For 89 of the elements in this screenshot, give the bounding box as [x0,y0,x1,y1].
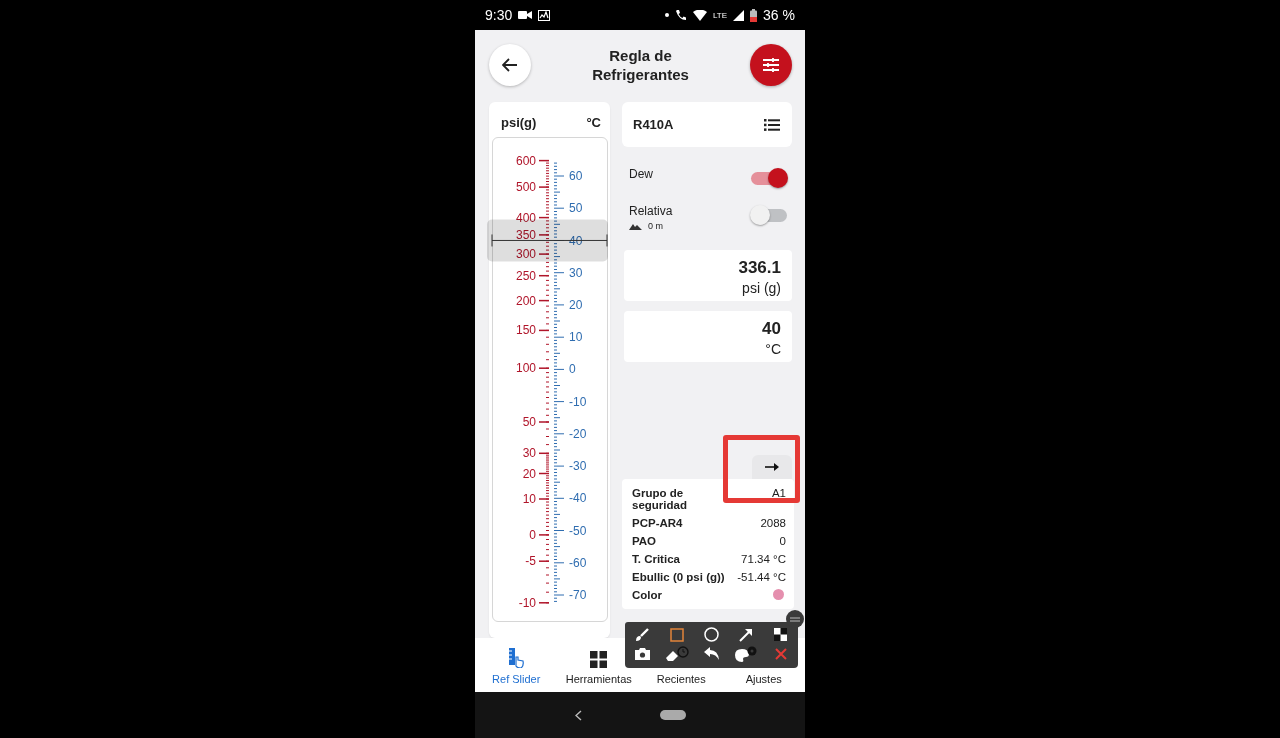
expand-button[interactable] [752,455,792,479]
screen-title: Regla de Refrigerantes [591,46,690,84]
pressure-label: 400 [515,210,536,225]
circle-icon[interactable] [704,627,719,643]
reading-value: 336.1 [738,258,781,278]
pressure-label: 300 [515,247,536,262]
checker-icon[interactable] [774,628,788,642]
phone-icon [675,9,687,21]
toggle-label: Dew [629,167,653,181]
eraser-icon[interactable] [664,645,689,662]
nav-tab[interactable]: Ref Slider [475,638,558,692]
property-value: 0 [779,535,786,547]
pressure-unit: psi(g) [501,115,537,132]
pressure-label: 200 [515,293,536,308]
battery-level: 36 % [763,7,795,23]
toggle-switch[interactable] [750,167,788,189]
nav-tab[interactable]: Ajustes [722,638,805,692]
property-label: T. Critica [632,553,680,565]
signal-icon [733,9,745,21]
close-icon[interactable] [774,647,787,660]
property-label: Color [632,589,663,601]
property-value: 2088 [760,517,786,529]
property-value: -51.44 °C [737,571,786,583]
grid-icon [590,651,608,668]
pressure-label: 30 [522,446,536,461]
altitude-value: 0 m [648,221,663,231]
pressure-label: 500 [515,180,536,195]
pressure-label: 600 [515,153,536,168]
reading-unit: psi (g) [742,280,781,296]
temperature-label: -70 [569,588,587,602]
temperature-label: 30 [569,265,583,280]
brush-icon[interactable] [635,627,650,642]
temperature-label: -30 [569,459,587,474]
temperature-label: -60 [569,555,587,570]
sliders-icon [762,57,780,73]
pressure-label: 20 [522,466,536,481]
status-time: 9:30 [485,7,513,23]
mountain-icon [629,222,642,230]
temperature-label: -40 [569,491,587,506]
activity-icon [538,9,551,21]
back-button[interactable] [489,44,531,86]
right-arrow-icon [765,463,779,471]
network-type: LTE [713,10,728,20]
toggle-switch[interactable] [750,204,788,226]
wifi-icon [693,9,707,21]
pressure-label: -5 [525,554,536,569]
pressure-label: 250 [515,268,536,283]
nav-tab[interactable]: Herramientas [557,638,640,692]
back-icon[interactable] [574,709,582,721]
undo-icon[interactable] [704,647,719,661]
ruler-hand-icon [508,648,525,668]
temperature-label: -20 [569,426,587,441]
property-value: 71.34 °C [741,553,786,565]
temperature-label: 10 [569,330,583,345]
dot-icon [665,13,669,17]
temperature-label: 0 [569,362,576,377]
property-label: Ebullic (0 psi (g)) [632,571,725,583]
temperature-label: 60 [569,169,583,183]
arrow-icon[interactable] [739,627,754,642]
property-label: Grupo de seguridad [632,487,688,511]
temperature-label: -10 [569,394,587,409]
battery-icon [750,8,758,22]
pressure-label: 350 [515,227,536,242]
video-camera-icon [518,10,533,20]
home-pill-icon[interactable] [659,710,686,720]
property-label: PCP-AR4 [632,517,683,529]
temperature-unit: °C [586,115,601,132]
pressure-label: 0 [529,527,536,542]
nav-tab[interactable]: Recientes [640,638,723,692]
list-icon[interactable] [764,118,780,131]
reading-value: 40 [762,319,781,339]
refrigerant-name: R410A [633,117,674,132]
pressure-label: 150 [515,323,536,338]
temperature-label: -50 [569,523,587,538]
pressure-label: 10 [522,492,536,506]
filter-button[interactable] [750,44,792,86]
toggle-label: Relativa [629,204,673,218]
temperature-label: 50 [569,201,583,216]
reading-unit: °C [765,341,781,357]
pressure-label: 50 [522,415,536,429]
pressure-label: 100 [515,361,536,376]
property-value: A1 [771,487,786,499]
camera-icon[interactable] [634,647,650,661]
rectangle-icon[interactable] [669,627,684,642]
property-label: PAO [632,535,657,547]
handle-icon[interactable] [786,610,804,628]
temperature-label: 20 [569,297,583,312]
back-arrow-icon [502,58,518,72]
pressure-label: -10 [518,595,536,610]
